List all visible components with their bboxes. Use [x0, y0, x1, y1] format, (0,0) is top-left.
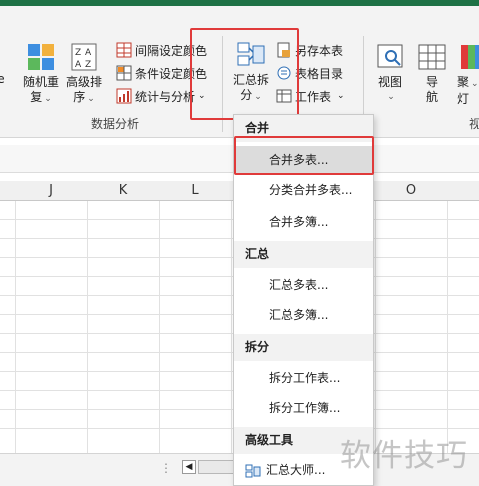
- interval-grid-icon: [116, 42, 132, 58]
- column-header-j[interactable]: J: [15, 181, 87, 201]
- condition-grid-icon: [116, 65, 132, 81]
- menu-item-split-book[interactable]: 拆分工作簿...: [234, 394, 373, 422]
- watermark-text: 软件技巧: [340, 438, 468, 474]
- highlight-box-summarize-split: [190, 28, 299, 120]
- stats-analysis-label: 统计与分析: [135, 89, 196, 104]
- scroll-left-arrow-icon[interactable]: ◀: [182, 460, 196, 474]
- menu-section-split: 拆分: [234, 334, 373, 361]
- group-label-data-analysis: 数据分析: [91, 117, 140, 131]
- spotlight-button[interactable]: 聚 ⌄ 灯: [455, 42, 479, 107]
- column-header-l[interactable]: L: [159, 181, 231, 201]
- table-catalog-label: 表格目录: [295, 66, 344, 81]
- menu-item-category-merge[interactable]: 分类合并多表...: [234, 176, 373, 204]
- sort-az-icon: Z A A Z: [71, 43, 97, 71]
- spotlight-icon: [461, 45, 479, 69]
- view-magnifier-icon: [377, 44, 403, 68]
- svg-text:Z: Z: [75, 48, 81, 58]
- chevron-down-icon: ⌄: [337, 91, 345, 101]
- menu-item-summary-multi-sheets[interactable]: 汇总多表...: [234, 271, 373, 299]
- svg-text:Z: Z: [85, 60, 91, 70]
- chevron-down-icon: ⌄: [87, 94, 95, 104]
- navigate-button[interactable]: 导 航: [414, 42, 450, 105]
- summary-master-icon: [245, 464, 261, 477]
- column-header-o[interactable]: O: [375, 181, 447, 201]
- save-as-sheet-label: 另存本表: [295, 43, 344, 58]
- advanced-sort-label-1: 高级排: [65, 75, 102, 89]
- navigate-grid-icon: [418, 44, 446, 70]
- menu-item-summary-multi-books[interactable]: 汇总多簿...: [234, 301, 373, 329]
- advanced-sort-label-2: 序: [73, 90, 86, 104]
- chevron-down-icon: ⌄: [471, 79, 479, 89]
- random-repeat-label-1: 随机重: [22, 75, 59, 89]
- menu-item-split-sheet[interactable]: 拆分工作表...: [234, 364, 373, 392]
- worksheet-label: 工作表: [295, 89, 332, 104]
- tab-split-handle-icon[interactable]: ⋮: [160, 461, 172, 475]
- svg-text:A: A: [85, 48, 92, 58]
- spotlight-label-1: 聚: [457, 75, 470, 89]
- navigate-label-2: 航: [425, 90, 438, 104]
- menu-section-summary: 汇总: [234, 241, 373, 268]
- horizontal-scrollbar[interactable]: [198, 460, 234, 474]
- highlight-box-merge-multi-sheets: [234, 136, 374, 175]
- summary-master-label: 汇总大师...: [266, 463, 326, 477]
- stats-icon: [116, 88, 132, 104]
- advanced-sort-button[interactable]: Z A A Z 高级排 序 ⌄: [62, 42, 106, 107]
- group-label-view-partial: 视: [469, 117, 479, 131]
- menu-item-merge-multi-books[interactable]: 合并多簿...: [234, 208, 373, 236]
- spotlight-label-2: 灯: [457, 92, 470, 106]
- view-button[interactable]: 视图 ⌄: [371, 42, 409, 105]
- svg-text:A: A: [75, 60, 82, 70]
- column-header-k[interactable]: K: [87, 181, 159, 201]
- random-repeat-button[interactable]: 随机重 复 ⌄: [19, 42, 63, 107]
- navigate-label-1: 导: [425, 75, 438, 89]
- chevron-down-icon: ⌄: [44, 94, 52, 104]
- view-label: 视图: [377, 75, 402, 89]
- chevron-down-icon: ⌄: [387, 92, 395, 102]
- cut-off-button-fragment: e: [0, 72, 5, 86]
- random-grid-icon: [28, 44, 54, 70]
- random-repeat-label-2: 复: [30, 90, 43, 104]
